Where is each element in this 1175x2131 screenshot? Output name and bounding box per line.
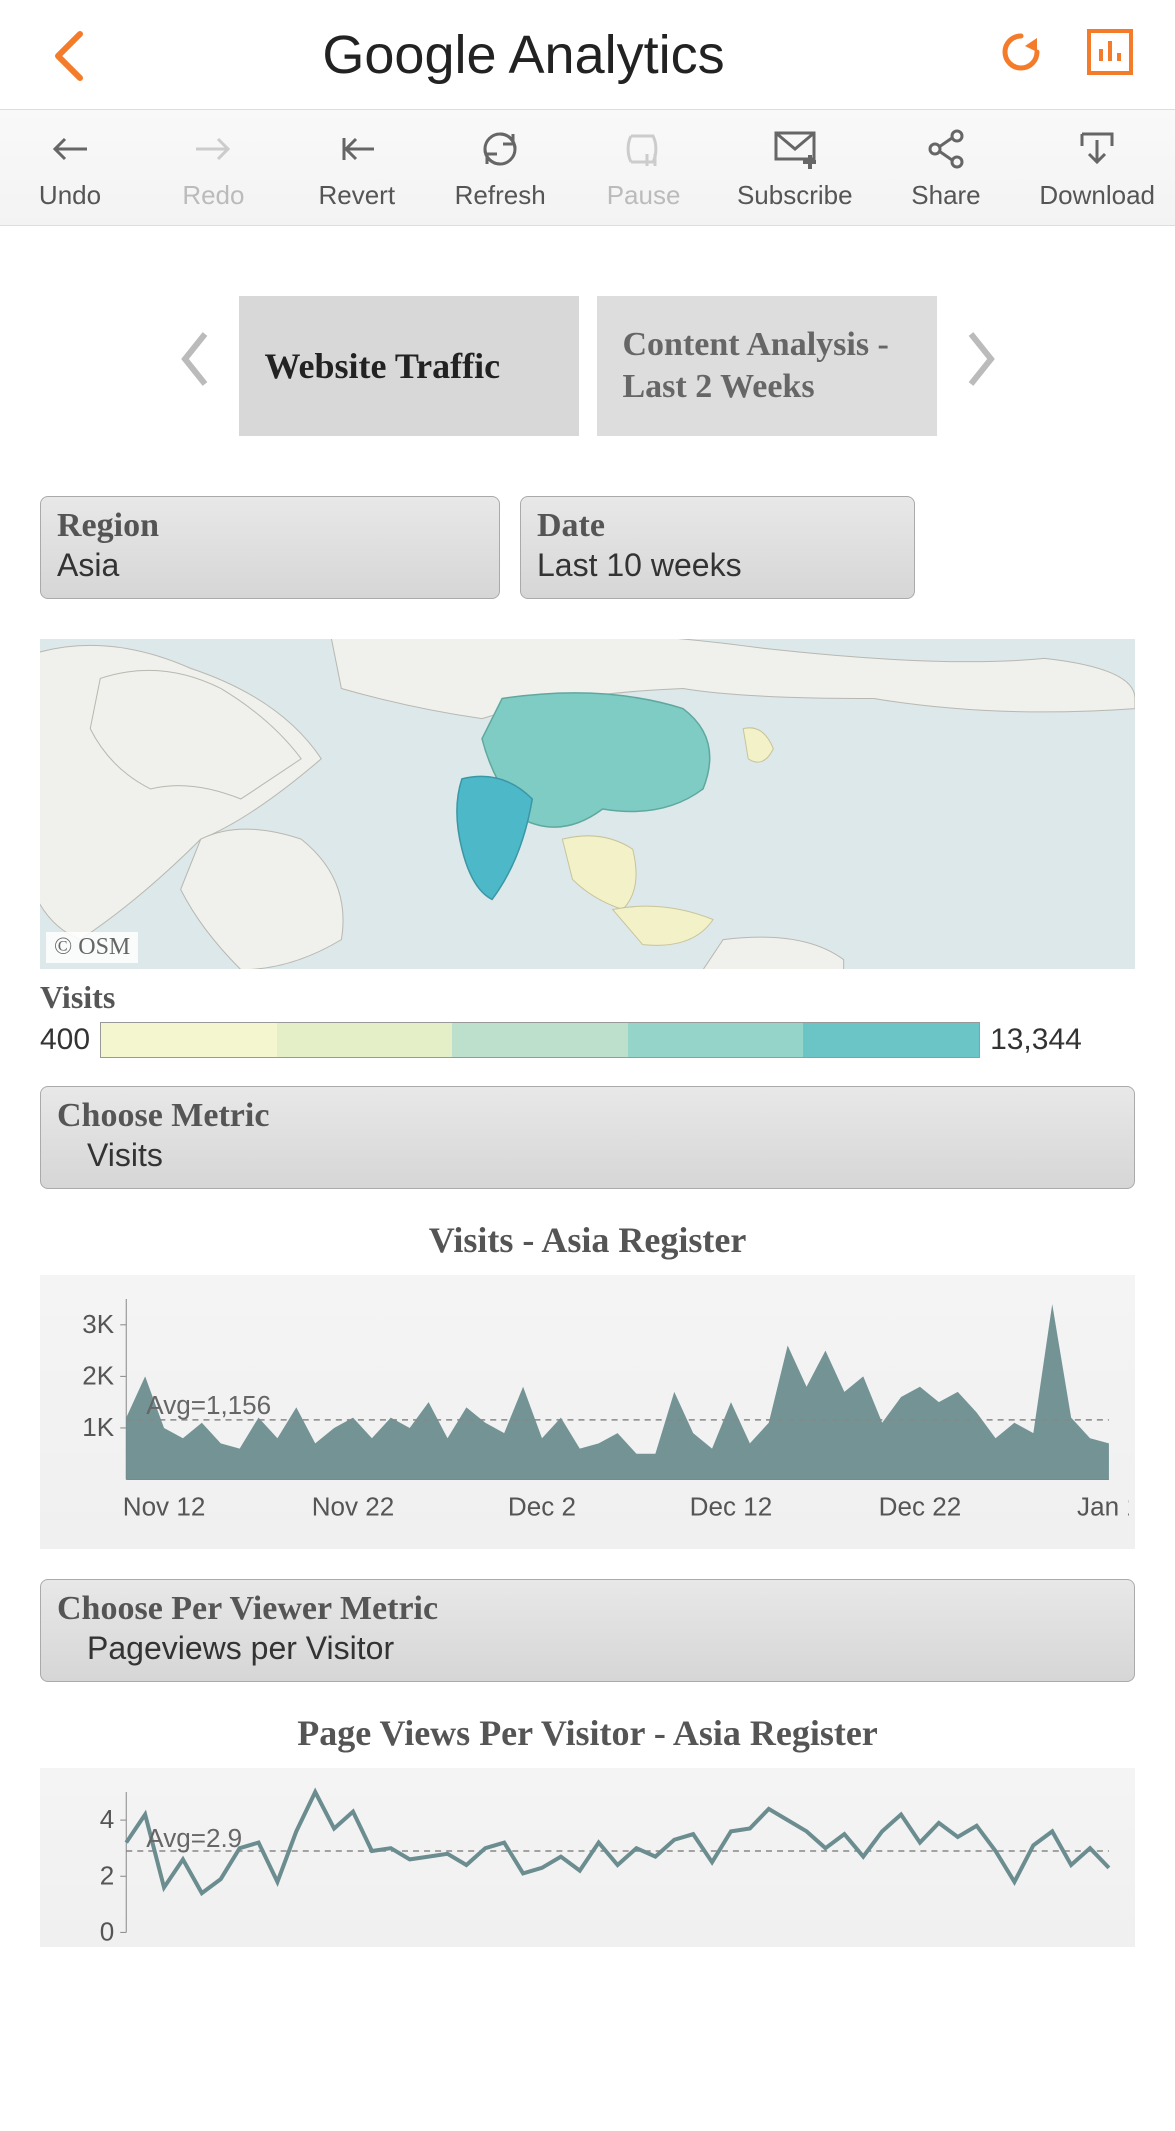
region-filter-label: Region [57,507,483,545]
view-tabs: Website Traffic Content Analysis - Last … [0,296,1175,436]
download-button[interactable]: Download [1039,128,1155,211]
metric-selector-value: Visits [57,1137,1118,1174]
per-viewer-label: Choose Per Viewer Metric [57,1590,1118,1628]
undo-label: Undo [39,180,101,211]
revert-button[interactable]: Revert [307,128,407,211]
svg-text:Avg=1,156: Avg=1,156 [146,1390,271,1420]
redo-label: Redo [182,180,244,211]
tabs-prev-button[interactable] [165,324,225,408]
legend-color-bar [100,1022,980,1058]
tabs-next-button[interactable] [951,324,1011,408]
region-filter[interactable]: Region Asia [40,496,500,599]
svg-text:1K: 1K [82,1412,114,1442]
line-chart: Avg=2.9 0 2 4 [46,1782,1129,1942]
visits-chart[interactable]: Avg=1,156 1K 2K 3K Nov 12 Nov 22 Dec 2 Dec 12 D… [40,1275,1135,1549]
legend-row: 400 13,344 [40,1022,1135,1058]
svg-text:4: 4 [100,1804,114,1834]
page-title: Google Analytics [50,24,997,86]
svg-text:Dec 22: Dec 22 [879,1492,962,1522]
refresh-label: Refresh [455,180,546,211]
svg-text:Jan 1: Jan 1 [1077,1492,1129,1522]
legend-max: 13,344 [990,1023,1082,1057]
legend-title: Visits [40,979,1135,1016]
filter-row: Region Asia Date Last 10 weeks [40,496,1135,599]
share-button[interactable]: Share [896,128,996,211]
legend-min: 400 [40,1023,90,1057]
refresh-icon [479,128,521,170]
back-button[interactable] [50,30,90,87]
download-label: Download [1039,180,1155,211]
revert-icon [336,128,378,170]
world-map [40,639,1135,969]
per-viewer-value: Pageviews per Visitor [57,1630,1118,1667]
share-label: Share [911,180,980,211]
undo-button[interactable]: Undo [20,128,120,211]
svg-text:Nov 12: Nov 12 [123,1492,206,1522]
share-icon [925,128,967,170]
redo-button[interactable]: Redo [163,128,263,211]
pause-label: Pause [607,180,681,211]
map-attribution: © OSM [46,932,138,963]
svg-text:2: 2 [100,1860,114,1890]
envelope-plus-icon [774,128,816,170]
svg-text:Dec 2: Dec 2 [508,1492,576,1522]
svg-text:Dec 12: Dec 12 [690,1492,773,1522]
metric-selector[interactable]: Choose Metric Visits [40,1086,1135,1189]
chevron-left-icon [50,30,90,82]
redo-icon [192,128,234,170]
undo-icon [49,128,91,170]
chart2-title: Page Views Per Visitor - Asia Register [40,1712,1135,1754]
app-header: Google Analytics [0,0,1175,110]
svg-text:Avg=2.9: Avg=2.9 [146,1823,242,1853]
map-visualization[interactable]: © OSM [40,639,1135,969]
area-chart: Avg=1,156 1K 2K 3K Nov 12 Nov 22 Dec 2 Dec 12 D… [46,1289,1129,1530]
region-filter-value: Asia [57,547,483,584]
revert-label: Revert [318,180,395,211]
date-filter[interactable]: Date Last 10 weeks [520,496,915,599]
header-actions [997,27,1135,82]
date-filter-label: Date [537,507,898,545]
svg-text:3K: 3K [82,1309,114,1339]
pageviews-chart[interactable]: Avg=2.9 0 2 4 [40,1768,1135,1947]
toolbar: Undo Redo Revert Refresh Pause Subscribe [0,110,1175,226]
tab-content-analysis[interactable]: Content Analysis - Last 2 Weeks [597,296,937,436]
pause-icon [623,128,665,170]
refresh-button[interactable]: Refresh [450,128,550,211]
svg-text:2K: 2K [82,1360,114,1390]
pause-button: Pause [594,128,694,211]
tab-label: Content Analysis - Last 2 Weeks [623,324,911,409]
subscribe-button[interactable]: Subscribe [737,128,853,211]
chevron-left-icon [175,324,215,394]
dashboard-button[interactable] [1085,27,1135,82]
date-filter-value: Last 10 weeks [537,547,898,584]
per-viewer-metric-selector[interactable]: Choose Per Viewer Metric Pageviews per V… [40,1579,1135,1682]
chart1-title: Visits - Asia Register [40,1219,1135,1261]
metric-selector-label: Choose Metric [57,1097,1118,1135]
subscribe-label: Subscribe [737,180,853,211]
download-icon [1076,128,1118,170]
tab-website-traffic[interactable]: Website Traffic [239,296,579,436]
reload-button[interactable] [997,28,1045,81]
reload-icon [997,28,1045,76]
bar-chart-icon [1085,27,1135,77]
tab-label: Website Traffic [265,344,501,389]
svg-text:Nov 22: Nov 22 [312,1492,395,1522]
chevron-right-icon [961,324,1001,394]
svg-text:0: 0 [100,1916,114,1942]
